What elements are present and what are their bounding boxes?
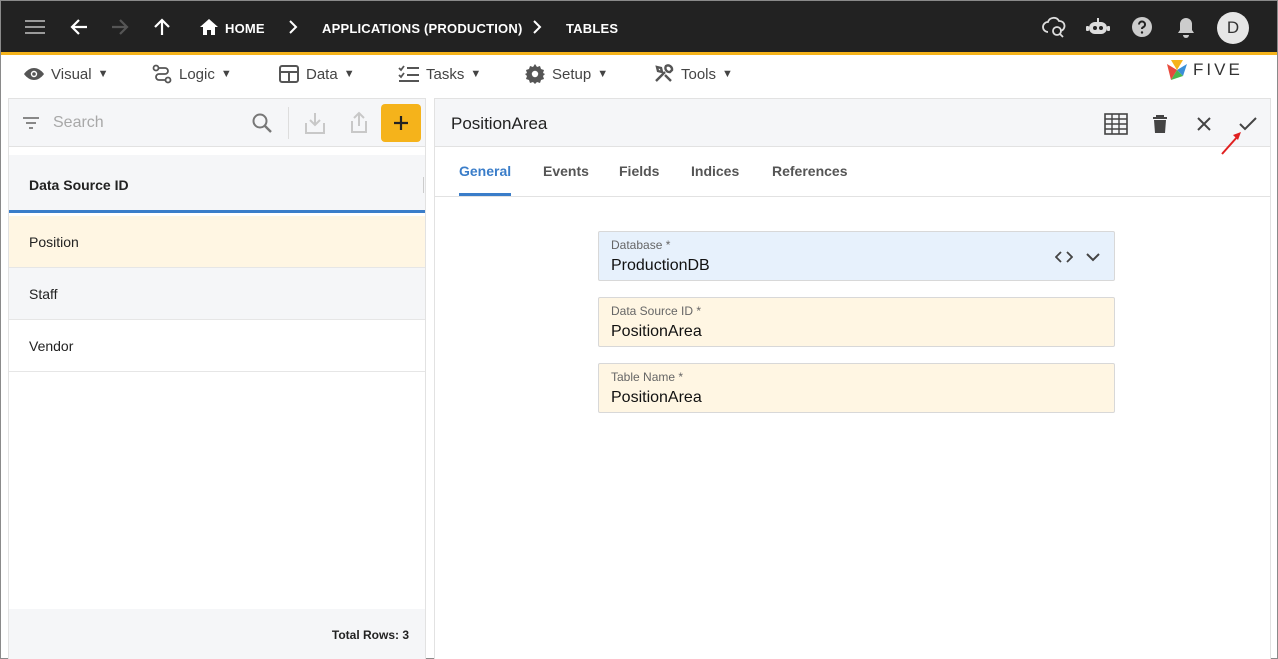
- tab-indices[interactable]: Indices: [691, 163, 739, 179]
- assistant-robot-icon[interactable]: [1086, 15, 1110, 39]
- caret-down-icon: ▼: [722, 68, 733, 80]
- field-label: Database *: [611, 238, 671, 252]
- active-tab-indicator: [459, 193, 511, 196]
- menu-label: Tools: [681, 65, 717, 83]
- grid-view-icon[interactable]: [1103, 111, 1129, 137]
- forward-arrow-icon: [108, 15, 132, 39]
- breadcrumb-chevron-icon: [529, 17, 545, 37]
- top-bar: HOME APPLICATIONS (PRODUCTION) TABLES D: [1, 1, 1277, 55]
- five-logo: FIVE: [1165, 57, 1243, 83]
- caret-down-icon: ▼: [343, 68, 355, 80]
- breadcrumb-home[interactable]: HOME: [225, 21, 265, 37]
- form-header: PositionArea: [435, 99, 1270, 155]
- list-item-selected[interactable]: Position: [9, 216, 425, 268]
- column-header-label: Data Source ID: [29, 177, 129, 193]
- field-label: Table Name *: [611, 370, 684, 384]
- table-icon: [278, 63, 300, 85]
- list-item-label: Vendor: [29, 338, 74, 354]
- record-form-panel: PositionArea General Events Fields Indic…: [434, 98, 1271, 659]
- caret-down-icon: ▼: [597, 68, 609, 80]
- field-value: ProductionDB: [611, 257, 710, 274]
- menu-label: Logic: [179, 65, 215, 83]
- menu-setup[interactable]: Setup ▼: [524, 63, 608, 85]
- field-value: PositionArea: [611, 323, 702, 340]
- menu-label: Tasks: [426, 65, 465, 83]
- tab-events[interactable]: Events: [543, 163, 589, 179]
- column-resize-handle[interactable]: [423, 177, 424, 193]
- delete-trash-icon[interactable]: [1147, 111, 1173, 137]
- home-icon[interactable]: [197, 15, 221, 39]
- five-logo-mark-icon: [1167, 60, 1187, 80]
- import-icon[interactable]: [304, 111, 326, 135]
- list-footer: Total Rows: 3: [9, 609, 425, 659]
- add-record-button[interactable]: [381, 104, 421, 142]
- tab-fields[interactable]: Fields: [619, 163, 659, 179]
- eye-icon: [23, 63, 45, 85]
- search-toolbar: [9, 99, 425, 147]
- chevron-down-icon[interactable]: [1083, 247, 1103, 267]
- menu-label: Visual: [51, 65, 92, 83]
- up-arrow-icon[interactable]: [150, 15, 174, 39]
- caret-down-icon: ▼: [220, 68, 232, 80]
- column-header[interactable]: Data Source ID: [9, 155, 425, 213]
- logo-text: FIVE: [1193, 60, 1243, 79]
- toolbar-divider: [288, 107, 289, 139]
- menu-bar: Visual ▼ Logic ▼ Data ▼ Tasks ▼ Setup ▼ …: [1, 55, 1277, 93]
- field-value: PositionArea: [611, 389, 702, 406]
- menu-logic[interactable]: Logic ▼: [151, 63, 232, 85]
- gear-icon: [524, 63, 546, 85]
- breadcrumb-chevron-icon: [285, 17, 301, 37]
- search-icon[interactable]: [251, 112, 273, 134]
- menu-tasks[interactable]: Tasks ▼: [398, 63, 481, 85]
- logic-icon: [151, 63, 173, 85]
- field-label: Data Source ID *: [611, 304, 702, 318]
- close-icon[interactable]: [1191, 111, 1217, 137]
- tools-icon: [653, 63, 675, 85]
- back-arrow-icon[interactable]: [67, 15, 91, 39]
- menu-data[interactable]: Data ▼: [278, 63, 355, 85]
- help-icon[interactable]: [1130, 15, 1154, 39]
- caret-down-icon: ▼: [470, 68, 482, 80]
- export-icon[interactable]: [348, 110, 370, 134]
- breadcrumb-tables[interactable]: TABLES: [566, 21, 618, 37]
- hamburger-menu-icon[interactable]: [23, 15, 47, 39]
- checklist-icon: [398, 63, 420, 85]
- notifications-bell-icon[interactable]: [1174, 15, 1198, 39]
- filter-icon[interactable]: [21, 113, 41, 133]
- table-name-field[interactable]: Table Name * PositionArea: [598, 363, 1115, 413]
- cloud-sync-icon[interactable]: [1042, 15, 1066, 39]
- data-source-id-field[interactable]: Data Source ID * PositionArea: [598, 297, 1115, 347]
- user-avatar[interactable]: D: [1217, 12, 1249, 44]
- form-tabs: General Events Fields Indices References: [435, 147, 1270, 197]
- plus-icon: [394, 116, 408, 130]
- code-brackets-icon[interactable]: [1054, 247, 1074, 267]
- record-list-panel: Data Source ID Position Staff Vendor Tot…: [8, 98, 426, 659]
- list-item-label: Staff: [29, 286, 58, 302]
- tab-references[interactable]: References: [772, 163, 848, 179]
- form-title: PositionArea: [451, 114, 548, 133]
- menu-label: Setup: [552, 65, 592, 83]
- search-input[interactable]: [53, 111, 243, 135]
- database-select[interactable]: Database * ProductionDB: [598, 231, 1115, 281]
- menu-visual[interactable]: Visual ▼: [23, 63, 108, 85]
- caret-down-icon: ▼: [97, 68, 109, 80]
- list-item[interactable]: Vendor: [9, 320, 425, 372]
- breadcrumb-applications[interactable]: APPLICATIONS (PRODUCTION): [322, 21, 522, 37]
- list-item-label: Position: [29, 234, 79, 250]
- list-item[interactable]: Staff: [9, 268, 425, 320]
- menu-label: Data: [306, 65, 338, 83]
- tab-general[interactable]: General: [459, 163, 511, 179]
- menu-tools[interactable]: Tools ▼: [653, 63, 733, 85]
- total-rows-count: Total Rows: 3: [331, 628, 409, 642]
